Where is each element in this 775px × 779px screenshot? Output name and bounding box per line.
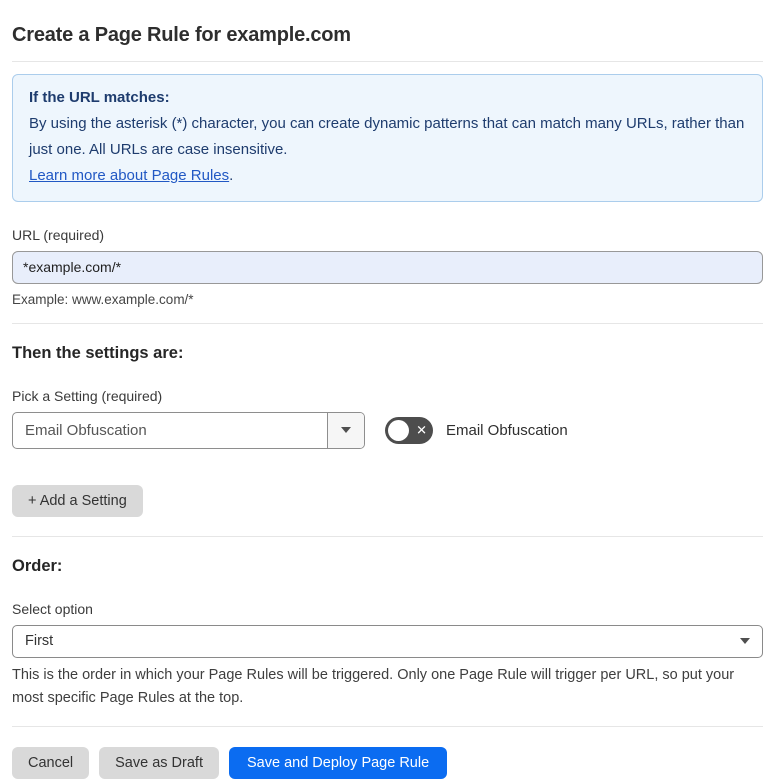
page-rule-form: Create a Page Rule for example.com If th… [0,13,775,779]
order-select-value: First [25,633,54,650]
info-box-heading: If the URL matches: [29,88,170,106]
chevron-down-icon [740,638,750,645]
settings-section-heading: Then the settings are: [12,343,184,362]
settings-section-divider [12,535,763,537]
email-obfuscation-toggle[interactable]: ✕ [385,416,433,444]
chevron-down-icon [341,427,351,434]
title-divider [12,60,763,62]
info-box-body: By using the asterisk (*) character, you… [29,111,746,163]
info-box-link-line: Learn more about Page Rules. [29,163,746,189]
url-field-label: URL (required) [12,226,105,243]
footer-actions: Cancel Save as Draft Save and Deploy Pag… [12,746,763,779]
save-and-deploy-button[interactable]: Save and Deploy Page Rule [228,746,448,779]
save-as-draft-button[interactable]: Save as Draft [99,746,219,779]
footer-divider [12,725,763,727]
order-section-heading: Order: [12,556,63,575]
order-select[interactable]: First [12,624,763,658]
setting-row: Email Obfuscation ✕ Email Obfuscation [12,411,763,449]
order-select-label: Select option [12,600,93,617]
url-input[interactable] [12,250,763,284]
toggle-label: Email Obfuscation [446,421,568,439]
setting-select[interactable]: Email Obfuscation [12,411,365,449]
link-period: . [229,166,234,184]
setting-select-value: Email Obfuscation [25,421,147,439]
url-section-divider [12,322,763,324]
toggle-knob-icon [388,419,409,441]
page-title: Create a Page Rule for example.com [12,24,351,47]
pick-setting-label: Pick a Setting (required) [12,387,163,404]
url-match-info-box: If the URL matches: By using the asteris… [12,73,763,202]
cancel-button[interactable]: Cancel [12,746,90,779]
add-setting-button[interactable]: + Add a Setting [12,484,143,517]
learn-more-link[interactable]: Learn more about Page Rules [29,167,229,184]
url-example-text: Example: www.example.com/* [12,291,194,307]
info-box-body-text: By using the asterisk (*) character, you… [29,114,745,158]
toggle-off-x-icon: ✕ [416,422,427,438]
order-help-text: This is the order in which your Page Rul… [12,666,735,706]
setting-select-arrow-button[interactable] [327,412,364,448]
